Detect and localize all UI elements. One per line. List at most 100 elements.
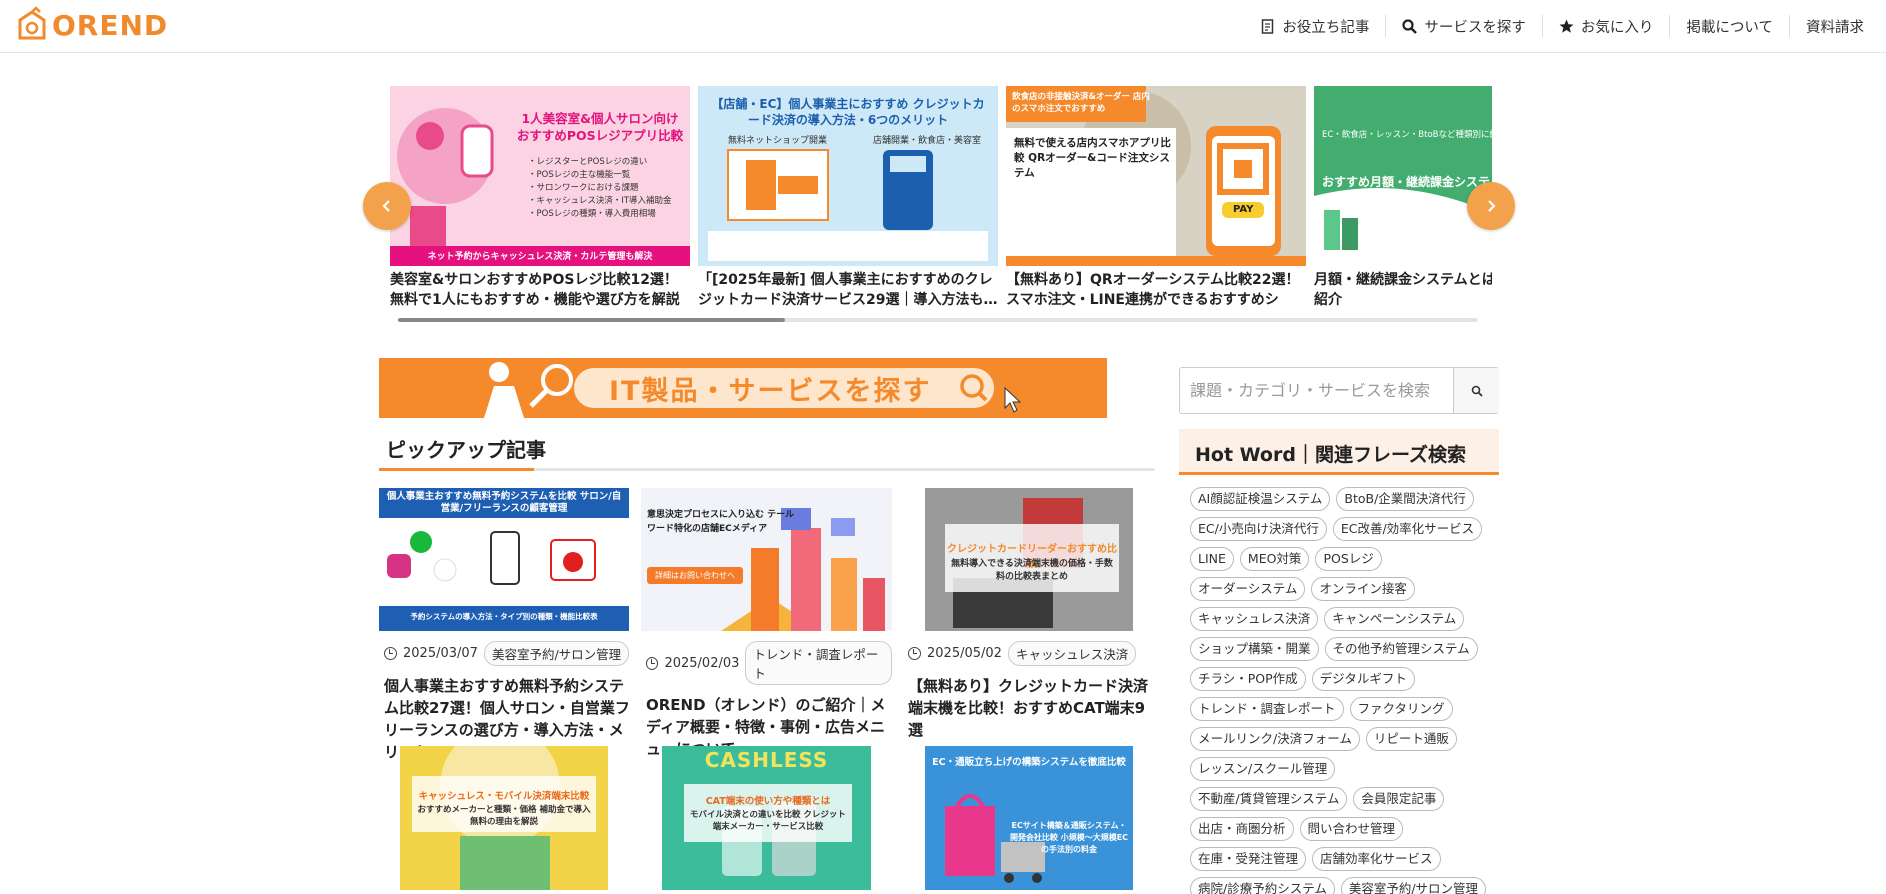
card-category-tag[interactable]: トレンド・調査レポート — [745, 641, 892, 685]
slide-point: ・POSレジの主な機能一覧 — [528, 170, 631, 180]
article-carousel: 1人美容室&個人サロン向け おすすめPOSレジアプリ比較 ・レジスターとPOSレ… — [363, 86, 1515, 326]
carousel-slide[interactable]: 1人美容室&個人サロン向け おすすめPOSレジアプリ比較 ・レジスターとPOSレ… — [390, 86, 690, 312]
hot-word-tag[interactable]: LINE — [1190, 547, 1234, 571]
slide-title[interactable]: 美容室&サロンおすすめPOSレジ比較12選！無料で1人にもおすすめ・機能や選び方… — [390, 270, 690, 312]
hot-word-tag[interactable]: 出店・商圏分析 — [1190, 817, 1294, 841]
star-icon — [1559, 19, 1574, 33]
slide-title[interactable]: 【無料あり】QRオーダーシステム比較22選！スマホ注文・LINE連携ができるおす… — [1006, 270, 1306, 312]
document-icon — [1262, 18, 1274, 34]
card-category-tag[interactable]: 美容室予約/サロン管理 — [483, 641, 630, 666]
card-image-sub: おすすめメーカーと種類・価格 補助金で導入無料の理由を解説 — [417, 805, 591, 827]
hot-word-tag[interactable]: デジタルギフト — [1311, 667, 1415, 691]
slide-image: EC・飲食店・レッスン・BtoBなど種類別に紹介 おすすめ月額・継続課金システム — [1314, 86, 1492, 266]
card-date: 2025/03/07 — [403, 646, 478, 661]
hot-word-tag[interactable]: BtoB/企業間決済代行 — [1336, 487, 1474, 511]
hot-word-tag[interactable]: メールリンク/決済フォーム — [1190, 727, 1360, 751]
carousel-next-button[interactable] — [1467, 182, 1515, 230]
hot-word-tag[interactable]: 会員限定記事 — [1353, 787, 1445, 811]
carousel-prev-button[interactable] — [363, 182, 411, 230]
hot-word-tag[interactable]: AI顔認証検温システム — [1190, 487, 1331, 511]
search-button[interactable] — [1453, 368, 1499, 413]
nav-listing[interactable]: 掲載について — [1670, 15, 1790, 37]
hot-word-tag[interactable]: レッスン/スクール管理 — [1190, 757, 1336, 781]
carousel-slide[interactable]: 【店舗・EC】個人事業主におすすめ クレジットカード決済の導入方法・6つのメリッ… — [698, 86, 998, 312]
card-meta: 2025/02/03 トレンド・調査レポート — [641, 641, 892, 685]
card-image-footer: 予約システムの導入方法・タイプ別の種類・機能比較表 — [410, 612, 598, 621]
hot-word-tag[interactable]: 在庫・受発注管理 — [1190, 847, 1307, 871]
slide-image: 【店舗・EC】個人事業主におすすめ クレジットカード決済の導入方法・6つのメリッ… — [698, 86, 998, 266]
article-card[interactable]: CASHLESS CAT端末の使い方や種類とは モバイル決済との違いを比較 クレ… — [662, 746, 913, 890]
banner-search-icon — [960, 374, 988, 402]
slide-image: 飲食店の非接触決済&オーダー 店内のスマホ注文でおすすめ 無料で使える店内スマホ… — [1006, 86, 1306, 266]
clock-icon — [384, 647, 397, 660]
hot-word-tag[interactable]: オーダーシステム — [1190, 577, 1306, 601]
hot-word-tag[interactable]: EC改善/効率化サービス — [1332, 517, 1483, 541]
article-card[interactable]: 個人事業主おすすめ無料予約システムを比較 サロン/自営業/フリーランスの顧客管理… — [379, 488, 630, 763]
card-image: キャッシュレス・モバイル決済端末比較 おすすめメーカーと種類・価格 補助金で導入… — [400, 746, 608, 890]
hot-word-tag[interactable]: 問い合わせ管理 — [1299, 817, 1404, 841]
hot-word-tag[interactable]: MEO対策 — [1239, 547, 1310, 571]
article-card[interactable]: 意思決定プロセスに入り込む テールワード特化の店舗ECメディア 詳細はお問い合わ… — [641, 488, 892, 760]
nav-find-services[interactable]: サービスを探す — [1386, 15, 1543, 37]
card-image: クレジットカードリーダーおすすめ比較 無料導入できる決済端末機の価格・手数料の比… — [903, 488, 1153, 631]
clock-icon — [908, 647, 921, 660]
site-logo[interactable]: OREND — [16, 6, 168, 44]
hot-word-tags: AI顔認証検温システム BtoB/企業間決済代行 EC/小売向け決済代行 EC改善/効… — [1190, 487, 1490, 894]
find-services-banner[interactable]: IT製品・サービスを探す — [379, 358, 1107, 418]
hot-word-tag[interactable]: 美容室予約/サロン管理 — [1340, 877, 1487, 894]
search-icon — [1471, 385, 1483, 397]
article-card[interactable]: EC・通販立ち上げの構築システムを徹底比較 ECサイト構築＆通販システム・開発会… — [925, 746, 1176, 890]
slide-title[interactable]: 「[2025年最新] 個人事業主におすすめのクレジットカード決済サービス29選｜… — [698, 270, 998, 312]
carousel-slide[interactable]: 飲食店の非接触決済&オーダー 店内のスマホ注文でおすすめ 無料で使える店内スマホ… — [1006, 86, 1306, 312]
nav-articles[interactable]: お役立ち記事 — [1244, 15, 1387, 37]
slide-image-points: ・レジスターとPOSレジの違い ・POSレジの主な機能一覧 ・サロンワークにおけ… — [528, 156, 672, 221]
slide-image-footer: ネット予約からキャッシュレス決済・カルテ管理も解決 — [427, 252, 653, 262]
carousel-scrollbar[interactable] — [398, 318, 1478, 322]
card-image-sub: ECサイト構築＆通販システム・開発会社比較 小規模〜大規模ECの手法別の料金 — [1009, 821, 1129, 854]
hot-word-tag[interactable]: 病院/診療予約システム — [1190, 877, 1335, 894]
card-image-heading: キャッシュレス・モバイル決済端末比較 — [418, 791, 590, 802]
card-meta: 2025/05/02 キャッシュレス決済 — [903, 641, 1154, 666]
hot-word-tag[interactable]: EC/小売向け決済代行 — [1190, 517, 1327, 541]
hot-word-tag[interactable]: ファクタリング — [1349, 697, 1453, 721]
hot-word-title: Hot Word｜関連フレーズ検索 — [1195, 444, 1467, 466]
hot-word-tag[interactable]: トレンド・調査レポート — [1190, 697, 1344, 721]
hot-word-tag[interactable]: 店舗効率化サービス — [1312, 847, 1441, 871]
slide-image-heading: 1人美容室&個人サロン向け おすすめPOSレジアプリ比較 — [516, 111, 684, 143]
slide-image-heading: 無料で使える店内スマホアプリ比較 QRオーダー&コード注文システム — [1014, 137, 1171, 179]
card-meta: 2025/03/07 美容室予約/サロン管理 — [379, 641, 630, 666]
slide-point: ・キャッシュレス決済・IT導入補助金 — [528, 196, 672, 206]
nav-favorites[interactable]: お気に入り — [1543, 15, 1671, 37]
hot-word-tag[interactable]: リピート通販 — [1365, 727, 1457, 751]
card-image-sub: 無料導入できる決済端末機の価格・手数料の比較表まとめ — [951, 559, 1113, 582]
article-card[interactable]: クレジットカードリーダーおすすめ比較 無料導入できる決済端末機の価格・手数料の比… — [903, 488, 1154, 741]
slide-point: ・POSレジの種類・導入費用相場 — [528, 209, 656, 219]
cursor-icon — [1004, 386, 1022, 413]
hot-word-tag[interactable]: キャッシュレス決済 — [1190, 607, 1319, 631]
logo-mark-icon — [18, 6, 46, 40]
card-image-button: 詳細はお問い合わせへ — [647, 567, 743, 584]
search-icon — [1402, 18, 1418, 34]
hot-word-tag[interactable]: チラシ・POP作成 — [1190, 667, 1306, 691]
hot-word-tag[interactable]: オンライン接客 — [1311, 577, 1415, 601]
hot-word-tag[interactable]: キャンペーンシステム — [1324, 607, 1465, 631]
slide-title[interactable]: 月額・継続課金システムとは34選！メリットも紹介 — [1314, 270, 1492, 312]
chevron-left-icon — [382, 200, 390, 212]
nav-favorites-label: お気に入り — [1580, 19, 1654, 36]
nav-articles-label: お役立ち記事 — [1282, 19, 1370, 36]
hot-word-tag[interactable]: その他予約管理システム — [1324, 637, 1478, 661]
article-card[interactable]: キャッシュレス・モバイル決済端末比較 おすすめメーカーと種類・価格 補助金で導入… — [400, 746, 651, 890]
hot-word-tag[interactable]: 不動産/賃貸管理システム — [1190, 787, 1348, 811]
card-title[interactable]: 【無料あり】クレジットカード決済端末機を比較！おすすめCAT端末9選 — [903, 675, 1154, 741]
hot-word-tag[interactable]: ショップ構築・開業 — [1190, 637, 1319, 661]
hot-word-tag[interactable]: POSレジ — [1315, 547, 1382, 571]
card-category-tag[interactable]: キャッシュレス決済 — [1007, 641, 1137, 666]
banner-text: IT製品・サービスを探す — [609, 376, 932, 407]
slide-point: ・レジスターとPOSレジの違い — [528, 157, 648, 167]
search-input[interactable] — [1180, 368, 1454, 413]
carousel-scrollbar-thumb[interactable] — [398, 318, 785, 322]
carousel-slide[interactable]: EC・飲食店・レッスン・BtoBなど種類別に紹介 おすすめ月額・継続課金システム… — [1314, 86, 1492, 312]
nav-request-docs[interactable]: 資料請求 — [1790, 15, 1868, 37]
card-image: 意思決定プロセスに入り込む テールワード特化の店舗ECメディア 詳細はお問い合わ… — [641, 488, 892, 631]
nav-find-services-label: サービスを探す — [1424, 19, 1526, 36]
